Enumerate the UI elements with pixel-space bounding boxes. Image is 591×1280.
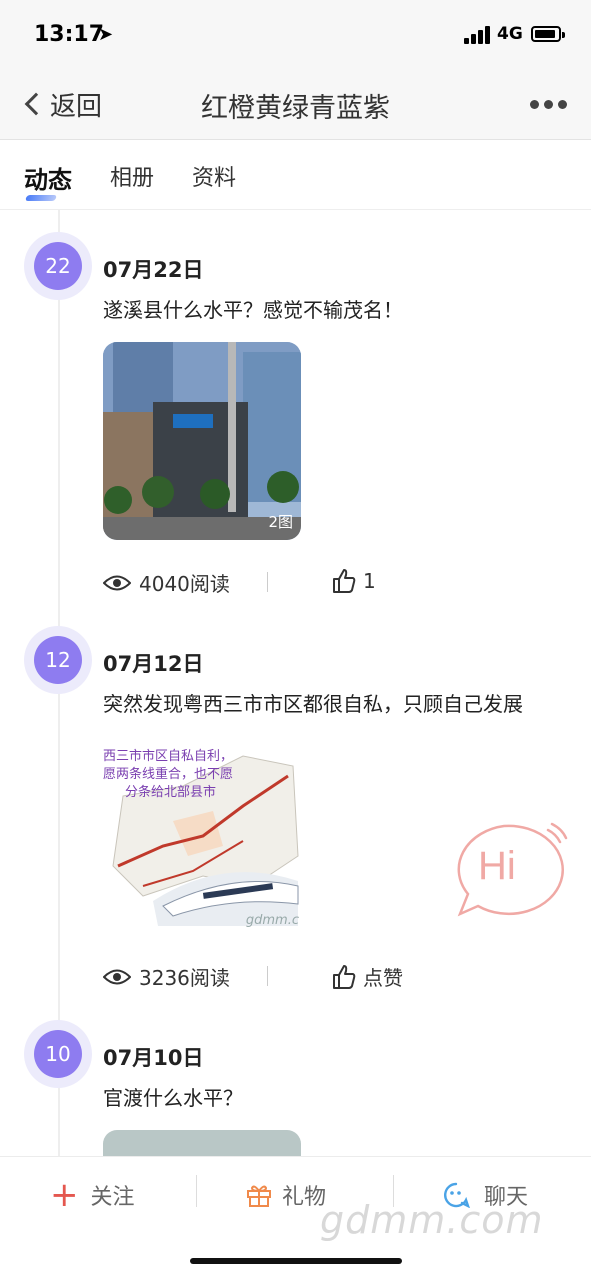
like-label: 点赞 xyxy=(363,966,403,990)
battery-icon xyxy=(531,26,565,42)
tab-album[interactable]: 相册 xyxy=(110,160,154,192)
status-time: 13:17 xyxy=(34,22,105,47)
tab-feed[interactable]: 动态 xyxy=(24,160,72,201)
follow-button[interactable]: + 关注 xyxy=(50,1175,135,1215)
hi-chat-bubble[interactable]: Hi xyxy=(448,822,568,922)
date-badge: 22 xyxy=(24,232,92,300)
profile-tabs: 动态 相册 资料 xyxy=(0,140,591,210)
read-count-label: 4040阅读 xyxy=(139,572,230,596)
read-count-label: 3236阅读 xyxy=(139,966,230,990)
post-photo[interactable]: 2图 xyxy=(103,342,301,540)
post-text[interactable]: 遂溪县什么水平？感觉不输茂名！ xyxy=(103,294,403,323)
post-date: 07月10日 xyxy=(103,1046,204,1070)
gift-button[interactable]: 礼物 xyxy=(246,1179,326,1211)
status-bar: 13:17 ➤ 4G xyxy=(0,0,591,72)
page-title: 红橙黄绿青蓝紫 xyxy=(201,93,390,124)
bottom-divider xyxy=(196,1175,197,1207)
map-caption-line: 愿两条线重合，也不愿 xyxy=(103,767,234,782)
follow-label: 关注 xyxy=(90,1185,135,1210)
post-stats: 3236阅读 点赞 xyxy=(103,962,563,992)
site-watermark: gdmm.com xyxy=(320,1198,544,1242)
post-stats: 4040阅读 1 xyxy=(103,568,563,598)
map-caption-line: 分条给北部县市 xyxy=(125,785,217,800)
read-count: 3236阅读 xyxy=(103,962,230,991)
like-button[interactable]: 点赞 xyxy=(331,962,403,991)
day-number: 22 xyxy=(34,242,82,290)
tab-profile[interactable]: 资料 xyxy=(192,160,236,192)
date-badge: 12 xyxy=(24,626,92,694)
signal-icon xyxy=(464,26,492,44)
top-bar: 13:17 ➤ 4G 返回 红橙黄绿青蓝紫 xyxy=(0,0,591,140)
thumbs-up-icon xyxy=(333,569,356,593)
gift-icon xyxy=(247,1185,271,1207)
network-type: 4G xyxy=(497,24,523,44)
post-photo[interactable]: 西三市市区自私自利， 愿两条线重合，也不愿 分条给北部县市 gdmm.c xyxy=(103,736,301,934)
stats-divider xyxy=(267,966,268,986)
date-badge: 10 xyxy=(24,1020,92,1088)
read-count: 4040阅读 xyxy=(103,568,230,597)
tab-active-indicator xyxy=(24,195,58,201)
map-caption-line: 西三市市区自私自利， xyxy=(103,749,234,764)
post-text[interactable]: 突然发现粤西三市市区都很自私，只顾自己发展 xyxy=(103,688,523,717)
more-icon[interactable] xyxy=(530,100,568,110)
day-number: 10 xyxy=(34,1030,82,1078)
post-text[interactable]: 官渡什么水平？ xyxy=(103,1082,243,1111)
map-watermark: gdmm.c xyxy=(245,913,299,928)
home-indicator[interactable] xyxy=(190,1258,402,1264)
eye-icon xyxy=(103,575,131,590)
hi-label: Hi xyxy=(478,844,516,888)
plus-icon: + xyxy=(50,1175,79,1215)
like-button[interactable]: 1 xyxy=(331,568,376,594)
eye-icon xyxy=(103,969,131,984)
like-count: 1 xyxy=(363,569,376,593)
location-arrow-icon: ➤ xyxy=(98,24,114,45)
photo-count: 2图 xyxy=(268,513,293,531)
post-date: 07月22日 xyxy=(103,258,204,282)
tab-feed-label: 动态 xyxy=(24,166,72,194)
day-number: 12 xyxy=(34,636,82,684)
map-caption: 西三市市区自私自利， 愿两条线重合，也不愿 分条给北部县市 xyxy=(103,748,233,802)
thumbs-up-icon xyxy=(333,964,356,989)
stats-divider xyxy=(267,572,268,592)
post-date: 07月12日 xyxy=(103,652,204,676)
